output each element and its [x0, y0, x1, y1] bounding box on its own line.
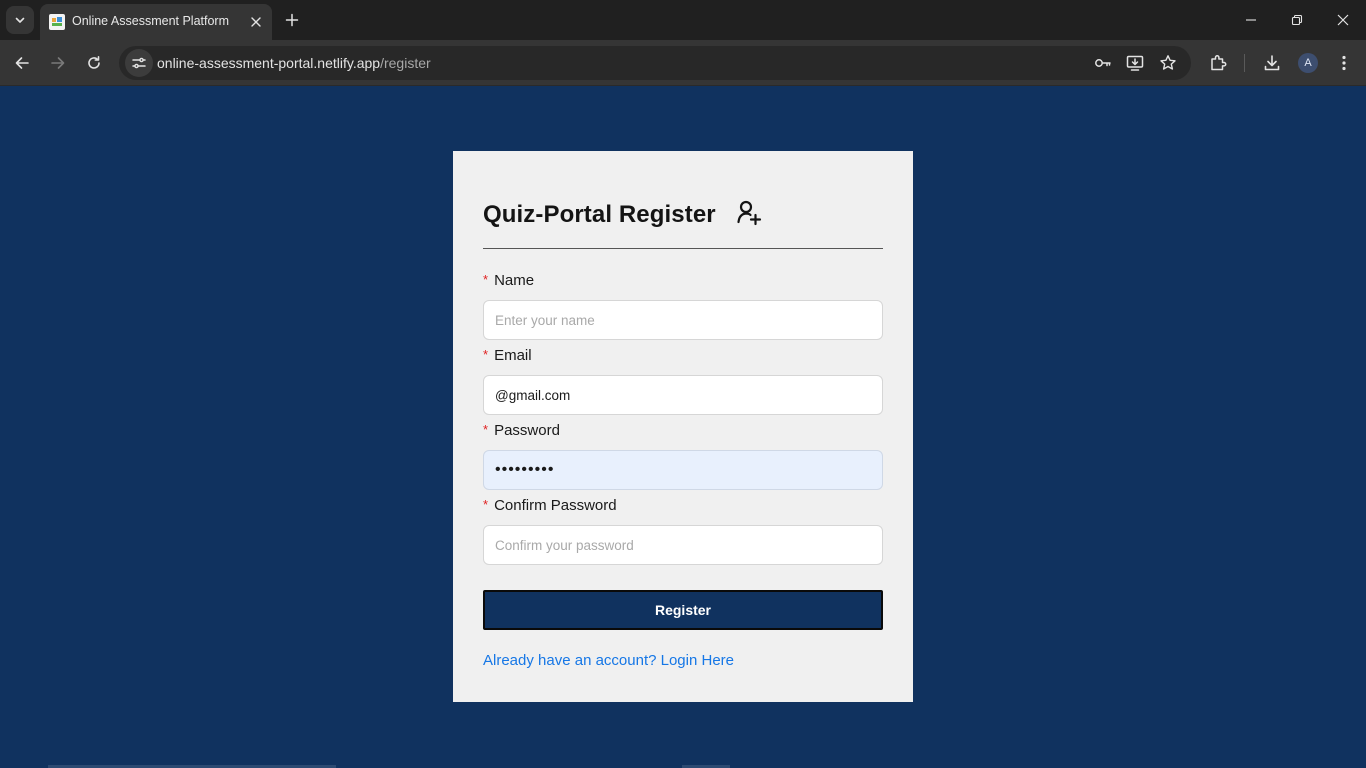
reload-button[interactable]	[80, 49, 108, 77]
required-mark: *	[483, 272, 489, 287]
confirm-password-label: * Confirm Password	[483, 497, 617, 514]
reload-icon	[88, 56, 100, 69]
tune-icon	[132, 57, 146, 69]
minimize-icon	[1246, 19, 1256, 21]
extensions-button[interactable]	[1206, 51, 1230, 75]
close-window-button[interactable]	[1320, 0, 1366, 40]
tab-search-button[interactable]	[6, 6, 34, 34]
confirm-password-input[interactable]	[483, 525, 883, 565]
password-manager-button[interactable]	[1091, 51, 1115, 75]
add-user-icon	[737, 200, 762, 226]
arrow-left-icon	[15, 57, 29, 69]
url-path: /register	[380, 55, 431, 71]
bookmark-button[interactable]	[1156, 51, 1180, 75]
key-icon	[1095, 59, 1111, 67]
chevron-down-icon	[15, 17, 25, 23]
restore-window-button[interactable]	[1274, 0, 1320, 40]
required-mark: *	[483, 422, 489, 437]
close-icon	[251, 17, 261, 27]
email-input[interactable]	[483, 375, 883, 415]
close-icon	[1337, 14, 1349, 26]
tab-title: Online Assessment Platform	[72, 14, 230, 28]
name-input[interactable]	[483, 300, 883, 340]
page-title: Quiz-Portal Register	[483, 201, 716, 228]
confirm-password-label-text: Confirm Password	[494, 497, 617, 514]
name-label: * Name	[483, 272, 534, 289]
url-text: online-assessment-portal.netlify.app/reg…	[157, 55, 431, 71]
login-link[interactable]: Already have an account? Login Here	[483, 652, 734, 669]
arrow-right-icon	[51, 57, 65, 69]
back-button[interactable]	[8, 49, 36, 77]
browser-menu-button[interactable]	[1332, 51, 1356, 75]
required-mark: *	[483, 347, 489, 362]
profile-avatar[interactable]: A	[1298, 53, 1318, 73]
browser-tab-active[interactable]: Online Assessment Platform	[40, 4, 272, 40]
site-favicon-icon	[49, 14, 65, 30]
downloads-button[interactable]	[1260, 51, 1284, 75]
name-label-text: Name	[494, 272, 535, 289]
url-host: online-assessment-portal.netlify.app	[157, 55, 381, 71]
password-input[interactable]	[483, 450, 883, 490]
more-vertical-icon	[1342, 55, 1346, 71]
install-app-icon	[1126, 55, 1144, 71]
new-tab-button[interactable]	[280, 8, 304, 32]
toolbar-divider	[1244, 54, 1245, 72]
star-icon	[1160, 55, 1176, 70]
address-bar[interactable]: online-assessment-portal.netlify.app/reg…	[119, 46, 1191, 80]
title-divider	[483, 248, 883, 249]
email-label: * Email	[483, 347, 532, 364]
tab-close-button[interactable]	[246, 12, 266, 32]
password-label-text: Password	[494, 422, 560, 439]
email-label-text: Email	[494, 347, 532, 364]
install-app-button[interactable]	[1123, 51, 1147, 75]
register-button[interactable]: Register	[483, 590, 883, 630]
register-card: Quiz-Portal Register * Name * Email * Passw…	[453, 151, 913, 702]
required-mark: *	[483, 497, 489, 512]
plus-icon	[285, 13, 299, 27]
browser-toolbar: online-assessment-portal.netlify.app/reg…	[0, 40, 1366, 86]
password-label: * Password	[483, 422, 560, 439]
restore-icon	[1291, 14, 1303, 26]
browser-tab-strip: Online Assessment Platform	[0, 0, 1366, 40]
download-icon	[1264, 55, 1280, 71]
minimize-window-button[interactable]	[1228, 0, 1274, 40]
puzzle-icon	[1211, 55, 1227, 71]
site-info-button[interactable]	[125, 49, 153, 77]
forward-button[interactable]	[44, 49, 72, 77]
